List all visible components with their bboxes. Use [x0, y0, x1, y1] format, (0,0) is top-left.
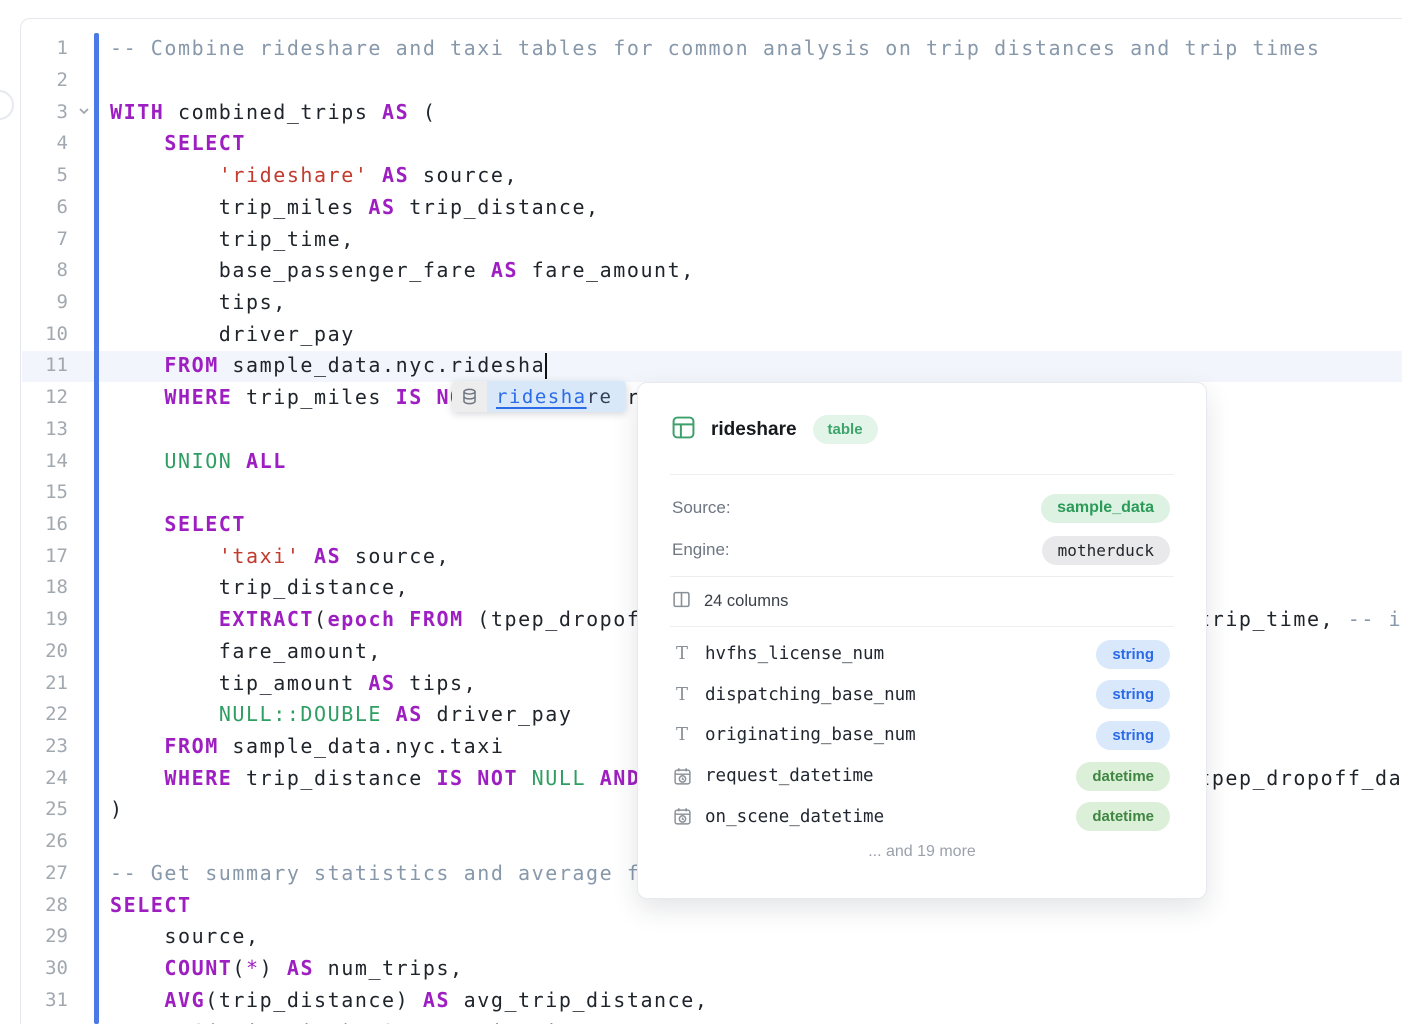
column-row: Toriginating_base_numstring [672, 715, 1170, 756]
code-line [0, 477, 110, 509]
autocomplete-match-text: ridesha [496, 386, 587, 408]
code-line: 'taxi' AS source, [0, 541, 450, 573]
info-label: Engine: [672, 540, 730, 560]
column-row: Tdispatching_base_numstring [672, 675, 1170, 716]
code-line: SELECT [0, 128, 246, 160]
columns-count-row: 24 columns [638, 577, 1206, 626]
column-row: Thvfhs_license_numstring [672, 634, 1170, 675]
column-type-pill: string [1096, 640, 1170, 669]
code-line: UNION ALL [0, 446, 287, 478]
table-type-badge: table [813, 415, 878, 444]
datetime-column-icon [672, 767, 692, 786]
column-name: dispatching_base_num [705, 685, 1096, 705]
code-line: tip_amount AS tips, [0, 668, 477, 700]
code-line: AVG(trip_distance) AS avg_trip_distance, [0, 985, 708, 1017]
column-type-pill: string [1096, 721, 1170, 750]
datetime-column-icon [672, 807, 692, 826]
code-line: SELECT [0, 890, 192, 922]
code-line: 'rideshare' AS source, [0, 160, 518, 192]
columns-count-label: 24 columns [704, 592, 788, 611]
popup-info-rows: Source: sample_data Engine: motherduck [638, 475, 1206, 576]
code-line [0, 414, 110, 446]
text-column-icon: T [672, 645, 692, 663]
code-line: SELECT [0, 509, 246, 541]
table-info-popup: rideshare table Source: sample_data Engine… [637, 382, 1207, 899]
code-line: WITH combined_trips AS ( [0, 97, 436, 129]
code-line: tips, [0, 287, 287, 319]
column-row: on_scene_datetimedatetime [672, 796, 1170, 837]
code-line: trip_distance, [0, 572, 409, 604]
column-name: request_datetime [705, 766, 1076, 786]
code-line: ) [0, 794, 124, 826]
code-line: COUNT(*) AS num_trips, [0, 953, 464, 985]
info-value-pill: motherduck [1042, 536, 1170, 565]
more-columns-label: ... and 19 more [638, 843, 1206, 861]
columns-icon [672, 590, 691, 614]
table-icon [672, 416, 695, 444]
text-cursor [545, 353, 547, 379]
column-type-pill: string [1096, 680, 1170, 709]
code-line: trip_miles AS trip_distance, [0, 192, 600, 224]
code-line: source, [0, 921, 260, 953]
code-line [0, 65, 110, 97]
column-name: originating_base_num [705, 725, 1096, 745]
database-icon [452, 381, 487, 412]
popup-info-row: Source: sample_data [672, 487, 1170, 529]
code-line: AVG(trip_time) AS avg_trip_time, [0, 1017, 600, 1024]
autocomplete-item-rideshare[interactable]: rideshare [487, 381, 626, 412]
sql-editor-page: 1234567891011121314151617181920212223242… [0, 0, 1402, 1024]
autocomplete-rest-text: re [587, 386, 613, 408]
column-type-pill: datetime [1076, 802, 1170, 831]
info-label: Source: [672, 498, 731, 518]
code-line: -- Combine rideshare and taxi tables for… [0, 33, 1321, 65]
code-line: FROM sample_data.nyc.ridesha [0, 350, 545, 382]
popup-column-list: Thvfhs_license_numstringTdispatching_bas… [638, 627, 1206, 837]
autocomplete-dropdown: rideshare [452, 381, 626, 412]
info-value-pill: sample_data [1041, 494, 1170, 523]
column-name: on_scene_datetime [705, 807, 1076, 827]
code-line: driver_pay [0, 319, 355, 351]
code-line: trip_time, [0, 224, 355, 256]
code-line: FROM sample_data.nyc.taxi [0, 731, 504, 763]
column-row: request_datetimedatetime [672, 756, 1170, 797]
column-name: hvfhs_license_num [705, 644, 1096, 664]
code-line: base_passenger_fare AS fare_amount, [0, 255, 695, 287]
text-column-icon: T [672, 686, 692, 704]
code-line [0, 826, 110, 858]
text-column-icon: T [672, 726, 692, 744]
popup-info-row: Engine: motherduck [672, 529, 1170, 571]
popup-table-name: rideshare [711, 419, 797, 441]
code-line: NULL::DOUBLE AS driver_pay [0, 699, 572, 731]
code-line: fare_amount, [0, 636, 382, 668]
column-type-pill: datetime [1076, 762, 1170, 791]
popup-header: rideshare table [638, 383, 1206, 453]
